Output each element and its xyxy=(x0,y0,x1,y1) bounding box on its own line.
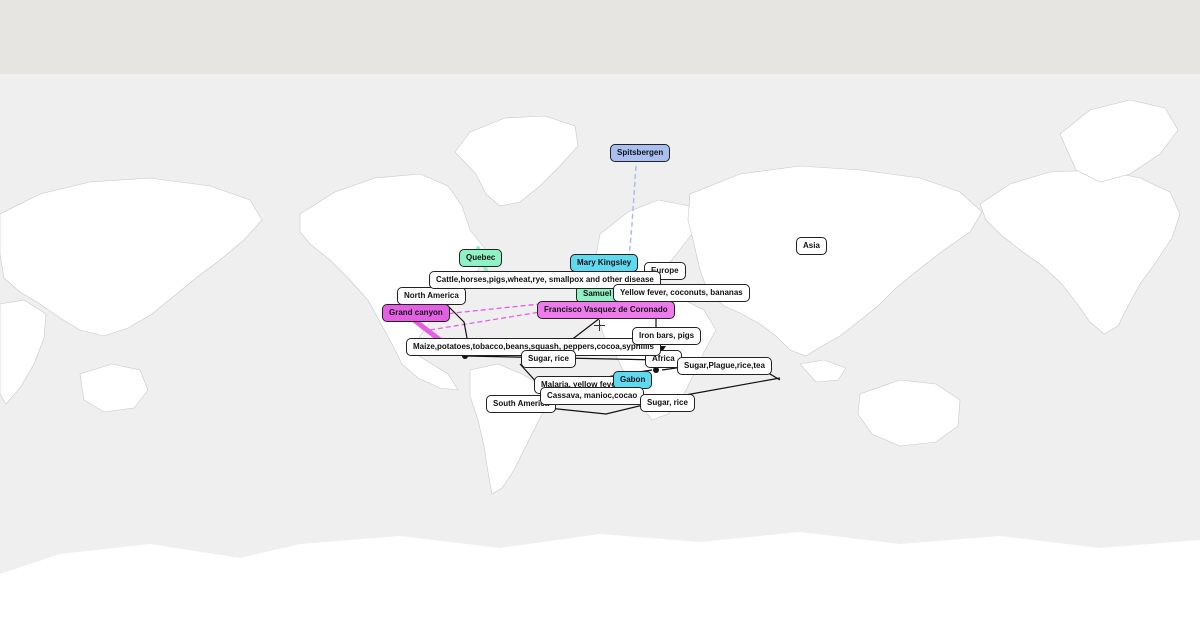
antarctica xyxy=(0,532,1200,630)
explorer-coronado[interactable]: Francisco Vasquez de Coronado xyxy=(537,301,675,319)
se-asia-islands xyxy=(799,359,847,383)
trade-sugar-plague-label[interactable]: Sugar,Plague,rice,tea xyxy=(677,357,772,375)
right-greenland-copy xyxy=(1059,99,1179,183)
top-toolbar xyxy=(0,0,1200,74)
place-north-america[interactable]: North America xyxy=(397,287,466,305)
explorer-quebec[interactable]: Quebec xyxy=(459,249,503,267)
explorer-grand-canyon[interactable]: Grand canyon xyxy=(382,304,450,322)
australia-land xyxy=(857,379,961,447)
explorer-spitsbergen[interactable]: Spitsbergen xyxy=(610,144,671,162)
left-australia-copy xyxy=(79,363,149,413)
right-north-america-copy xyxy=(979,169,1181,335)
asia-land xyxy=(687,165,983,357)
greenland xyxy=(454,115,579,207)
trade-yellow-fever-label[interactable]: Yellow fever, coconuts, bananas xyxy=(613,284,750,302)
landmasses xyxy=(0,99,1200,630)
map-crosshair xyxy=(594,320,605,331)
explorer-mary-kingsley[interactable]: Mary Kingsley xyxy=(570,254,639,272)
trade-sugar-rice-label[interactable]: Sugar, rice xyxy=(521,350,576,368)
left-africa-copy xyxy=(0,299,47,405)
trade-sugar-rice-2-label[interactable]: Sugar, rice xyxy=(640,394,695,412)
world-map[interactable]: North America South America Europe Afric… xyxy=(0,74,1200,630)
place-asia[interactable]: Asia xyxy=(796,237,827,255)
trade-iron-bars-label[interactable]: Iron bars, pigs xyxy=(632,327,702,345)
trade-cassava-label[interactable]: Cassava, manioc,cocao xyxy=(540,387,645,405)
